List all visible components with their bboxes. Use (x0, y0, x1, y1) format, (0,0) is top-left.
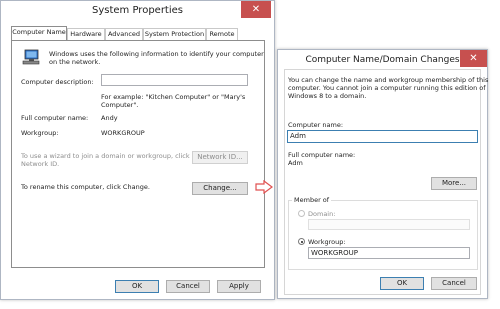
full-name-label: Full computer name: (288, 151, 356, 159)
workgroup-label: Workgroup: (308, 238, 346, 246)
computer-icon (22, 49, 40, 65)
domain-radio[interactable] (298, 210, 305, 217)
title-bar[interactable]: Computer Name/Domain Changes ✕ (278, 50, 487, 70)
arrow-right-icon (255, 179, 273, 195)
intro-text-line-2: on the network. (49, 58, 101, 66)
intro-line-1: You can change the name and workgroup me… (288, 76, 489, 84)
cancel-button[interactable]: Cancel (166, 280, 210, 293)
intro-text-line-1: Windows uses the following information t… (49, 50, 264, 58)
example-text-line-2: Computer". (101, 101, 139, 109)
wizard-text-line-2: Network ID. (21, 160, 60, 168)
close-button[interactable]: ✕ (241, 1, 271, 18)
dialog-title: System Properties (91, 5, 183, 16)
dialog-title: Computer Name/Domain Changes (305, 55, 460, 65)
description-input[interactable] (101, 74, 248, 86)
intro-line-2: computer. You cannot join a computer run… (288, 84, 486, 92)
domain-label: Domain: (308, 210, 336, 218)
tab-hardware[interactable]: Hardware (67, 28, 105, 40)
computer-name-dialog: Computer Name/Domain Changes ✕ You can c… (277, 49, 488, 299)
intro-line-3: Windows 8 to a domain. (288, 92, 367, 100)
system-properties-dialog: System Properties ✕ Computer Name Hardwa… (0, 0, 275, 300)
computer-name-input[interactable]: Adm (287, 130, 478, 143)
workgroup-radio[interactable] (298, 238, 305, 245)
workgroup-label: Workgroup: (21, 129, 59, 137)
workgroup-value: WORKGROUP (101, 129, 145, 137)
cancel-button[interactable]: Cancel (431, 277, 477, 290)
tab-computer-name[interactable]: Computer Name (11, 26, 67, 40)
more-button[interactable]: More... (431, 177, 477, 190)
domain-input[interactable] (308, 219, 470, 230)
full-name-value: Andy (101, 114, 118, 122)
computer-name-label: Computer name: (288, 121, 344, 129)
tab-system-protection[interactable]: System Protection (143, 28, 206, 40)
tab-strip: Computer Name Hardware Advanced System P… (11, 26, 266, 40)
change-button[interactable]: Change... (192, 182, 248, 195)
network-id-button[interactable]: Network ID... (192, 151, 248, 164)
wizard-text-line-1: To use a wizard to join a domain or work… (21, 152, 190, 160)
example-text-line-1: For example: "Kitchen Computer" or "Mary… (101, 93, 246, 101)
tab-page: Windows uses the following information t… (11, 40, 265, 268)
tab-advanced[interactable]: Advanced (105, 28, 143, 40)
workgroup-input[interactable]: WORKGROUP (308, 247, 470, 259)
rename-text: To rename this computer, click Change. (21, 183, 150, 191)
apply-button[interactable]: Apply (217, 280, 261, 293)
tab-remote[interactable]: Remote (206, 28, 238, 40)
member-of-label: Member of (292, 196, 332, 204)
description-label: Computer description: (21, 78, 94, 86)
full-name-label: Full computer name: (21, 114, 89, 122)
title-bar[interactable]: System Properties ✕ (1, 1, 274, 23)
close-button[interactable]: ✕ (460, 50, 487, 67)
full-name-value: Adm (288, 159, 303, 167)
ok-button[interactable]: OK (380, 277, 424, 290)
ok-button[interactable]: OK (115, 280, 159, 293)
